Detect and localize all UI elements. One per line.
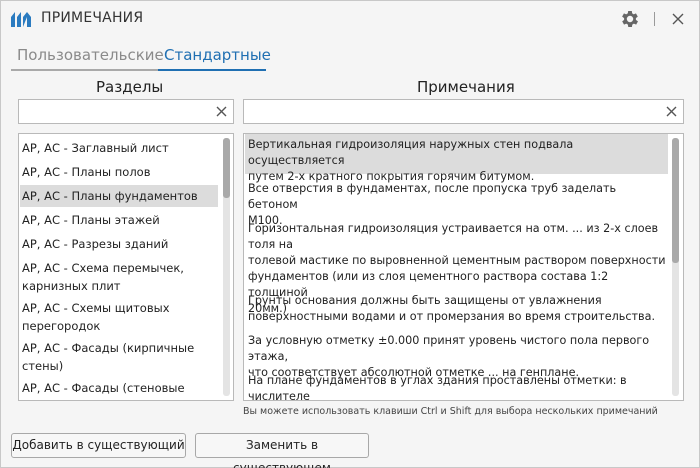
section-list-item-text: стены) xyxy=(22,359,64,373)
tab-standard-underline xyxy=(158,69,266,71)
section-list-item[interactable]: АР, АС - Фасады (кирпичные стены) xyxy=(20,337,218,377)
section-list-item-text: АР, АС - Планы фундаментов xyxy=(22,189,198,203)
note-list-item-text: Все отверстия в фундаментах, после пропу… xyxy=(248,182,617,211)
section-list-item[interactable]: АР, АС - Заглавный лист xyxy=(20,137,218,159)
note-list-item-text: Грунты основания должны быть защищены от… xyxy=(248,294,602,307)
notes-list[interactable]: Вертикальная гидроизоляция наружных стен… xyxy=(243,133,684,401)
note-list-item[interactable]: За условную отметку ±0.000 принят уровен… xyxy=(245,330,668,379)
tab-standard[interactable]: Стандартные xyxy=(164,46,271,64)
section-list-item[interactable]: АР, АС - Схемы щитовых перегородок xyxy=(20,297,218,337)
note-list-item[interactable]: Грунты основания должны быть защищены от… xyxy=(245,290,668,330)
replace-in-existing-button[interactable]: Заменить в существующем xyxy=(195,433,369,468)
sections-search-input[interactable] xyxy=(18,99,234,124)
note-list-item[interactable]: На плане фундаментов в углах здания прос… xyxy=(245,370,668,401)
section-list-item-text: АР, АС - Фасады (стеновые панели) xyxy=(22,381,185,400)
note-list-item-text: Горизонтальная гидроизоляция устраиваетс… xyxy=(248,222,659,251)
sections-scrollbar[interactable] xyxy=(223,138,230,396)
note-list-item[interactable]: Горизонтальная гидроизоляция устраиваетс… xyxy=(245,218,668,315)
sections-heading: Разделы xyxy=(96,78,164,96)
title-separator xyxy=(654,12,655,26)
note-list-item[interactable]: Вертикальная гидроизоляция наружных стен… xyxy=(245,134,668,183)
section-list-item[interactable]: АР, АС - Схема перемычек, карнизных плит xyxy=(20,257,218,297)
section-list-item[interactable]: АР, АС - Фасады (стеновые панели) xyxy=(20,377,218,400)
section-list-item[interactable]: АР, АС - Планы фундаментов xyxy=(20,185,218,207)
note-list-item-text: толевой мастике по выровненной цементным… xyxy=(248,254,666,267)
section-list-item[interactable]: АР, АС - Разрезы зданий xyxy=(20,233,218,255)
sections-list[interactable]: АР, АС - Заглавный лист АР, АС - Планы по… xyxy=(18,133,234,401)
tab-user[interactable]: Пользовательские xyxy=(17,46,164,64)
window-title: ПРИМЕЧАНИЯ xyxy=(41,10,144,26)
section-list-item-text: АР, АС - Схема перемычек, xyxy=(22,261,184,275)
section-list-item-text: АР, АС - Фасады (кирпичные xyxy=(22,341,195,355)
tab-user-underline xyxy=(11,69,158,71)
clear-search-icon[interactable] xyxy=(214,104,229,119)
section-list-item-text: АР, АС - Схемы щитовых xyxy=(22,301,170,315)
note-list-item-text: Вертикальная гидроизоляция наружных стен… xyxy=(248,138,574,167)
section-list-item-text: карнизных плит xyxy=(22,279,121,293)
add-to-existing-button[interactable]: Добавить в существующий xyxy=(11,433,186,458)
section-list-item-text: АР, АС - Планы этажей xyxy=(22,213,160,227)
note-list-item-text: поверхностными водами и от промерзания в… xyxy=(248,310,655,323)
gear-icon[interactable] xyxy=(619,8,641,30)
notes-search-input[interactable] xyxy=(243,99,684,124)
section-list-item[interactable]: АР, АС - Планы полов xyxy=(20,161,218,183)
section-list-item-text: АР, АС - Заглавный лист xyxy=(22,141,169,155)
sections-scroll-thumb[interactable] xyxy=(223,138,230,198)
note-list-item[interactable]: Все отверстия в фундаментах, после пропу… xyxy=(245,178,668,227)
notes-scroll-thumb[interactable] xyxy=(672,138,679,263)
notes-heading: Примечания xyxy=(417,78,515,96)
section-list-item[interactable]: АР, АС - Планы этажей xyxy=(20,209,218,231)
section-list-item-text: перегородок xyxy=(22,319,101,333)
notes-window: ПРИМЕЧАНИЯ Пользовательские Стандартные … xyxy=(0,0,700,468)
section-list-item-text: АР, АС - Планы полов xyxy=(22,165,151,179)
logo-icon xyxy=(11,12,31,27)
notes-scrollbar[interactable] xyxy=(672,138,679,396)
title-bar: ПРИМЕЧАНИЯ xyxy=(1,1,699,37)
multi-select-hint: Вы можете использовать клавиши Ctrl и Sh… xyxy=(243,406,658,417)
section-list-item-text: АР, АС - Разрезы зданий xyxy=(22,237,169,251)
clear-search-icon[interactable] xyxy=(664,104,679,119)
note-list-item-text: За условную отметку ±0.000 принят уровен… xyxy=(248,334,650,363)
note-list-item-text: На плане фундаментов в углах здания прос… xyxy=(248,374,627,401)
close-icon[interactable] xyxy=(670,11,686,27)
